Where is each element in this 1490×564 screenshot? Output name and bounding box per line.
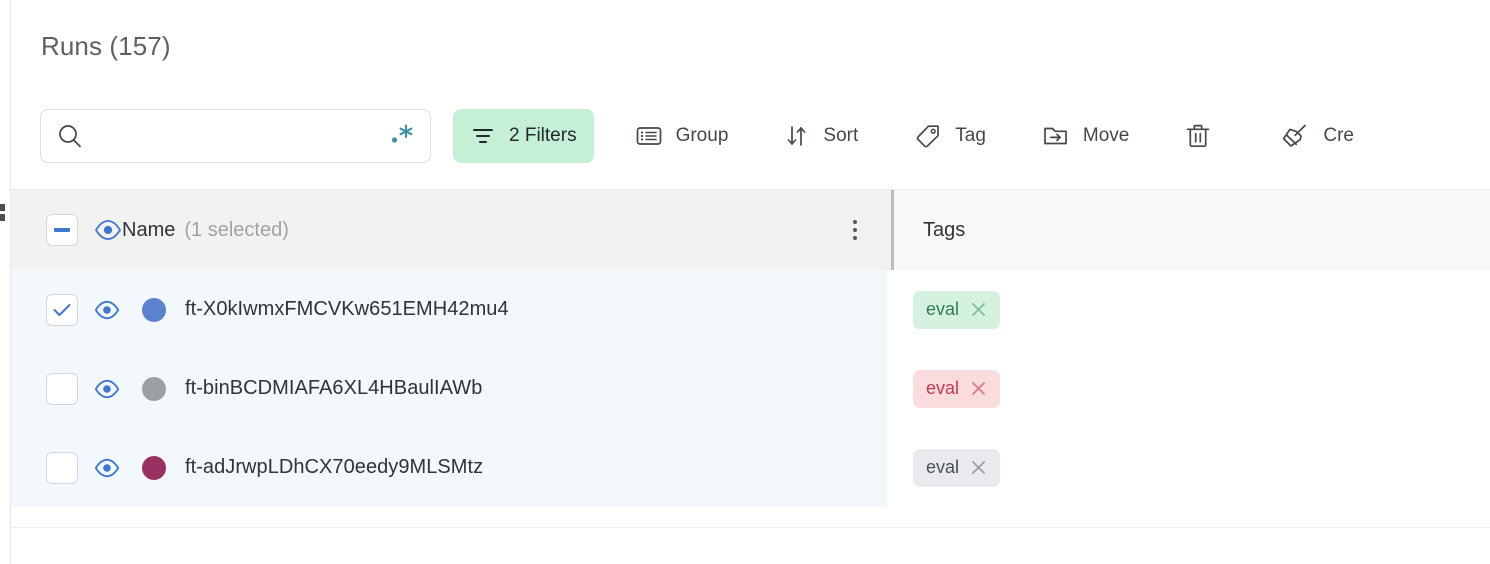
kebab-menu-icon[interactable] [849, 216, 861, 244]
tag-label: eval [926, 378, 960, 398]
sort-arrows-icon [784, 123, 810, 149]
tag-icon [914, 123, 942, 149]
group-label: Group [675, 125, 729, 146]
run-name: ft-binBCDMIAFA6XL4HBaulIAWb [185, 377, 483, 399]
group-button[interactable]: Group [618, 109, 746, 163]
table-row[interactable]: ft-X0kIwmxFMCVKw651EMH42mu4 eval [11, 270, 1490, 349]
search-box[interactable] [40, 109, 431, 163]
page-title: Runs (157) [41, 31, 171, 61]
table-row[interactable]: ft-binBCDMIAFA6XL4HBaulIAWb eval [11, 349, 1490, 428]
eye-icon[interactable] [94, 219, 122, 241]
column-header-name-label: Name [122, 218, 176, 241]
sort-label: Sort [823, 125, 859, 146]
run-name: ft-adJrwpLDhCX70eedy9MLSMtz [185, 456, 484, 478]
tag-label: Tag [955, 125, 986, 146]
run-name: ft-X0kIwmxFMCVKw651EMH42mu4 [185, 298, 509, 320]
tag-chip[interactable]: eval [913, 448, 1001, 487]
delete-button[interactable] [1172, 109, 1237, 163]
filters-label: 2 Filters [509, 125, 577, 146]
move-button[interactable]: Move [1025, 109, 1146, 163]
column-header-tags: Tags [891, 190, 1490, 270]
search-input[interactable] [93, 110, 430, 162]
table-header-row: Name (1 selected) Tags [11, 190, 1490, 270]
tag-chip[interactable]: eval [913, 369, 1001, 408]
row-checkbox[interactable] [46, 451, 78, 484]
column-header-name: Name (1 selected) [11, 190, 887, 270]
run-color-dot [142, 376, 166, 401]
run-color-dot [142, 455, 166, 480]
filters-button[interactable]: 2 Filters [453, 109, 594, 163]
run-color-dot [142, 297, 166, 322]
row-name-cell: ft-X0kIwmxFMCVKw651EMH42mu4 [11, 270, 887, 349]
row-tags-cell: eval [891, 349, 1490, 428]
row-name-cell: ft-binBCDMIAFA6XL4HBaulIAWb [11, 349, 887, 428]
row-name-cell: ft-adJrwpLDhCX70eedy9MLSMtz [11, 428, 887, 507]
left-gutter [0, 0, 11, 564]
trash-icon [1184, 122, 1212, 150]
eye-icon[interactable] [94, 458, 120, 478]
table-empty-area [11, 527, 1490, 564]
clean-button[interactable]: Cre [1263, 109, 1371, 163]
close-icon[interactable] [970, 301, 987, 318]
page-header: Runs (157) 2 Filters Group Sort Tag Move… [11, 0, 1490, 190]
list-icon [635, 123, 663, 149]
tag-button[interactable]: Tag [897, 109, 1003, 163]
sort-button[interactable]: Sort [767, 109, 875, 163]
tag-chip[interactable]: eval [913, 290, 1001, 329]
tag-label: eval [926, 299, 960, 319]
clipped-edge-glyph [0, 202, 8, 224]
sparkle-icon[interactable] [388, 123, 416, 149]
row-tags-cell: eval [891, 428, 1490, 507]
row-checkbox[interactable] [46, 293, 78, 326]
close-icon[interactable] [970, 380, 987, 397]
close-icon[interactable] [970, 459, 987, 476]
filter-icon [470, 123, 496, 149]
selection-count-label: (1 selected) [184, 218, 289, 241]
tag-label: eval [926, 457, 960, 477]
move-label: Move [1082, 125, 1130, 146]
clean-label: Cre [1323, 125, 1354, 146]
runs-table-screen: Runs (157) 2 Filters Group Sort Tag Move… [0, 0, 1490, 564]
eye-icon[interactable] [94, 379, 120, 399]
column-header-tags-label: Tags [923, 218, 966, 241]
row-tags-cell: eval [891, 270, 1490, 349]
search-icon [57, 123, 83, 149]
broom-icon [1280, 122, 1310, 150]
runs-table: Name (1 selected) Tags ft-X0kIwmxFMCVKw6… [11, 190, 1490, 564]
select-all-checkbox[interactable] [46, 214, 78, 246]
toolbar: 2 Filters Group Sort Tag Move Cre [40, 108, 1371, 164]
eye-icon[interactable] [94, 300, 120, 320]
table-row[interactable]: ft-adJrwpLDhCX70eedy9MLSMtz eval [11, 428, 1490, 507]
folder-arrow-icon [1042, 123, 1070, 149]
row-checkbox[interactable] [46, 372, 78, 405]
